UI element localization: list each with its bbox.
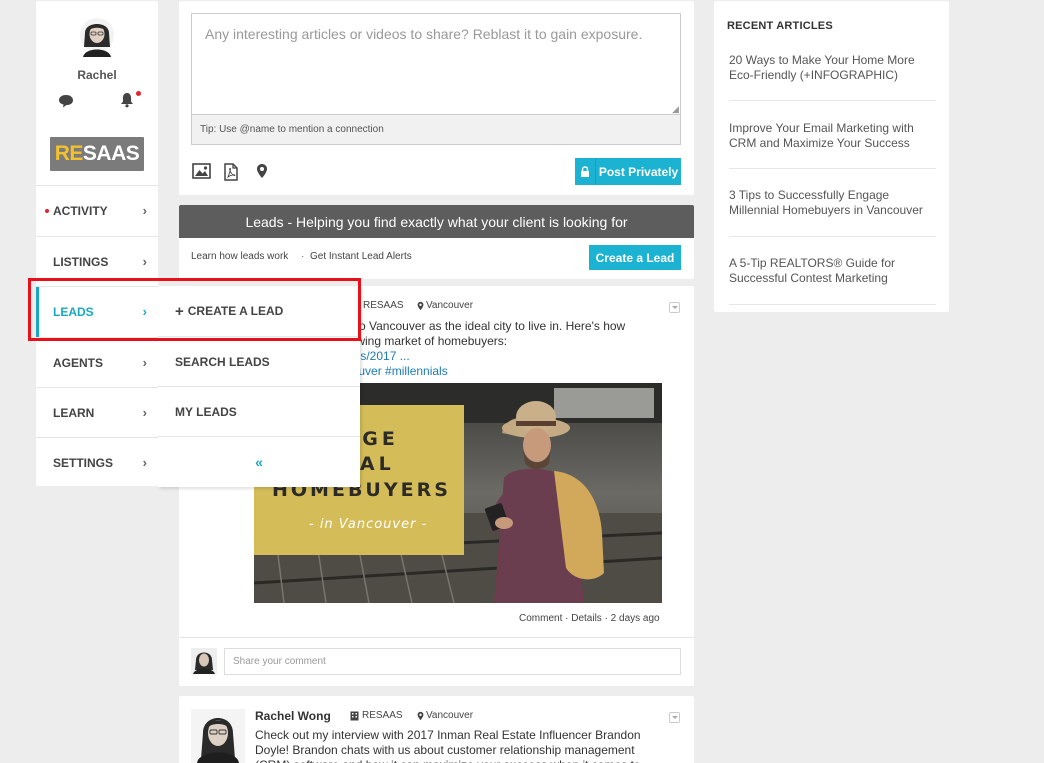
article-divider [729,304,936,305]
post-text-line: growing market of homebuyers: [339,334,508,348]
post-text-line: ng to Vancouver as the ideal city to liv… [339,319,626,333]
commenter-avatar [191,648,217,674]
post-options-dropdown[interactable] [669,302,680,313]
article-divider [729,236,936,237]
leads-banner: Leads - Helping you find exactly what yo… [179,205,694,279]
recent-articles-title: RECENT ARTICLES [727,20,833,32]
chat-icon[interactable] [58,94,74,108]
article-divider [729,100,936,101]
post-author-name[interactable]: Rachel Wong [255,709,331,723]
activity-alert-dot [45,209,49,213]
recent-article-link[interactable]: 3 Tips to Successfully Engage Millennial… [729,188,936,218]
chevron-right-icon: › [142,455,147,470]
post-location: Vancouver [417,710,473,721]
post-options-dropdown[interactable] [669,712,680,723]
sidebar-item-agents[interactable]: AGENTS › [36,338,158,388]
post-location: Vancouver [417,300,473,311]
user-name: Rachel [77,68,117,82]
location-pin-icon[interactable] [256,163,268,179]
left-sidebar: Rachel RE SAAS ACTIVITY › LISTINGS › LEAD… [36,1,158,486]
pdf-icon[interactable] [223,163,239,181]
chevron-right-icon: › [142,405,147,420]
highlight-box [28,278,361,341]
sidebar-item-settings[interactable]: SETTINGS › [36,438,158,488]
post-privately-button[interactable]: Post Privately [575,158,681,185]
location-pin-icon [417,711,424,720]
article-divider [729,168,936,169]
feed-post: Rachel Wong RESAAS Vancouver Check out m… [179,696,694,763]
post-article-link[interactable]: ticles/2017 ... [339,349,679,364]
sidebar-item-learn[interactable]: LEARN › [36,388,158,438]
post-divider [179,637,694,638]
recent-articles-panel: RECENT ARTICLES 20 Ways to Make Your Hom… [714,1,949,312]
submenu-search-leads[interactable]: SEARCH LEADS [158,337,360,387]
comment-input[interactable] [224,648,681,675]
bell-icon[interactable] [120,92,134,108]
recent-article-link[interactable]: Improve Your Email Marketing with CRM an… [729,121,936,151]
chevron-right-icon: › [142,203,147,218]
link-separator: · [301,251,305,262]
building-icon [350,711,359,720]
image-icon[interactable] [192,163,211,179]
post-text-input[interactable] [191,13,681,114]
resaas-logo[interactable]: RE SAAS [50,137,144,171]
leads-banner-title: Leads - Helping you find exactly what yo… [179,205,694,238]
submenu-my-leads[interactable]: MY LEADS [158,387,360,437]
recent-article-link[interactable]: A 5-Tip REALTORS® Guide for Successful C… [729,256,936,286]
chevron-right-icon: › [142,355,147,370]
post-composer: ◢ Tip: Use @name to mention a connection… [179,1,694,195]
post-body: ng to Vancouver as the ideal city to liv… [339,319,679,379]
create-lead-button[interactable]: Create a Lead [589,245,681,270]
mention-tip: Tip: Use @name to mention a connection [191,114,681,145]
chevron-right-icon: › [142,254,147,269]
location-pin-icon [417,301,424,310]
post-footer[interactable]: Comment · Details · 2 days ago [519,613,660,624]
user-avatar[interactable] [79,17,115,57]
lead-alerts-link[interactable]: Get Instant Lead Alerts [310,251,412,262]
recent-article-link[interactable]: 20 Ways to Make Your Home More Eco-Frien… [729,53,936,83]
notification-dot [136,91,141,96]
post-body: Check out my interview with 2017 Inman R… [255,728,641,763]
post-company[interactable]: RESAAS [350,710,403,721]
post-hashtags[interactable]: ncouver #millennials [339,364,679,379]
author-avatar[interactable] [191,709,245,763]
double-chevron-left-icon[interactable]: « [158,437,360,487]
learn-leads-link[interactable]: Learn how leads work [191,251,288,262]
lock-icon [575,158,596,185]
sidebar-item-activity[interactable]: ACTIVITY › [36,186,158,236]
post-company[interactable]: RESAAS [363,300,404,311]
image-subtitle: - in Vancouver - [309,517,427,532]
